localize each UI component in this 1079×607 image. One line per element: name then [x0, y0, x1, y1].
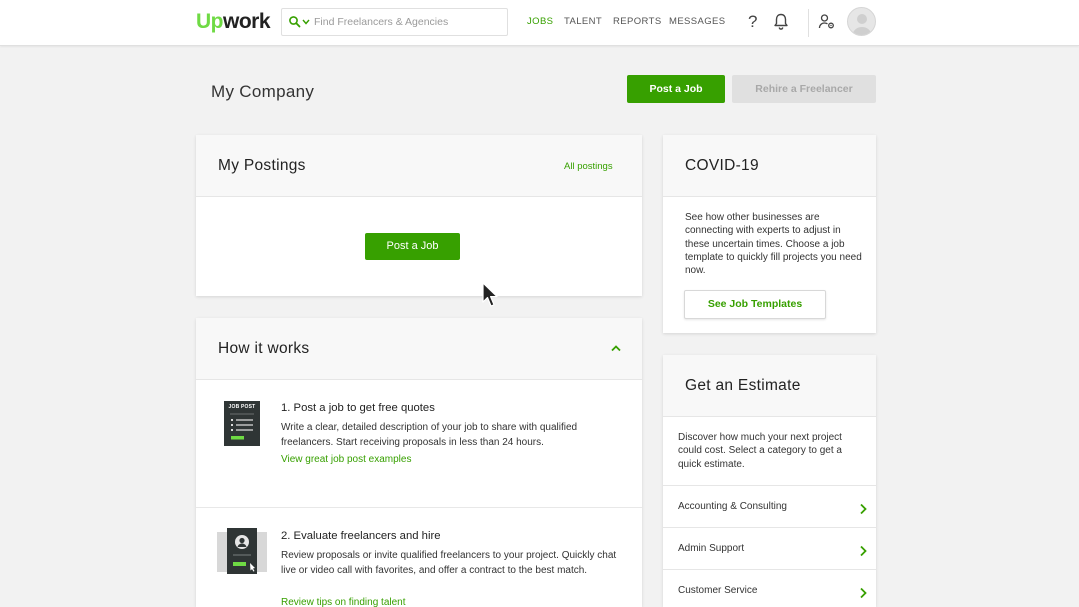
top-navigation-bar: Upwork JOBS TALENT REPORTS MESSAGES ? [0, 0, 1079, 46]
category-row-accounting[interactable]: Accounting & Consulting [663, 485, 876, 527]
how-it-works-title: How it works [218, 340, 310, 357]
estimate-header: Get an Estimate [663, 355, 876, 417]
help-icon[interactable]: ? [748, 12, 757, 32]
search-input[interactable] [314, 13, 499, 31]
step-1-link[interactable]: View great job post examples [281, 454, 411, 465]
step-2-title: 2. Evaluate freelancers and hire [281, 530, 441, 542]
estimate-title: Get an Estimate [685, 377, 801, 394]
job-post-icon-label: JOB POST [228, 404, 256, 410]
user-avatar-icon [852, 14, 872, 35]
nav-messages[interactable]: MESSAGES [669, 16, 726, 27]
step-1-title: 1. Post a job to get free quotes [281, 402, 435, 414]
category-label: Customer Service [678, 585, 758, 596]
mouse-cursor-icon [482, 282, 498, 307]
how-it-works-header[interactable]: How it works [196, 318, 642, 380]
estimate-card: Get an Estimate Discover how much your n… [663, 355, 876, 607]
chevron-down-icon[interactable] [302, 18, 310, 26]
step-2-description: Review proposals or invite qualified fre… [281, 550, 617, 576]
my-postings-header: My Postings All postings [196, 135, 642, 197]
chevron-right-icon [860, 545, 867, 557]
search-box[interactable] [281, 8, 508, 36]
upwork-logo[interactable]: Upwork [196, 9, 271, 35]
step-2-link[interactable]: Review tips on finding talent [281, 597, 406, 607]
page-title: My Company [211, 82, 315, 101]
post-job-button-secondary[interactable]: Post a Job [365, 233, 460, 260]
chevron-right-icon [860, 587, 867, 599]
step-divider [196, 507, 642, 508]
post-job-button[interactable]: Post a Job [627, 75, 725, 103]
nav-reports[interactable]: REPORTS [613, 16, 662, 27]
step-1-description: Write a clear, detailed description of y… [281, 422, 578, 448]
people-settings-icon[interactable] [818, 13, 836, 30]
logo-up-text: Up [196, 10, 224, 33]
avatar[interactable] [847, 7, 876, 36]
bell-icon[interactable] [773, 12, 789, 31]
search-icon[interactable] [288, 15, 302, 29]
all-postings-link[interactable]: All postings [564, 161, 613, 172]
my-postings-title: My Postings [218, 157, 306, 174]
chevron-right-icon [860, 503, 867, 515]
covid-header: COVID-19 [663, 135, 876, 197]
category-row-customer-service[interactable]: Customer Service [663, 569, 876, 607]
category-label: Admin Support [678, 543, 745, 554]
covid-title: COVID-19 [685, 157, 759, 174]
category-row-admin-support[interactable]: Admin Support [663, 527, 876, 569]
logo-work-text: work [223, 10, 271, 33]
covid-description: See how other businesses are connecting … [685, 212, 862, 277]
nav-talent[interactable]: TALENT [564, 16, 602, 27]
freelancer-profile-icon [217, 528, 267, 574]
my-postings-card: My Postings All postings Post a Job [196, 135, 642, 296]
how-it-works-card: How it works JOB POST 1. Post a job to g… [196, 318, 642, 607]
estimate-description: Discover how much your next project coul… [678, 432, 842, 470]
see-job-templates-button[interactable]: See Job Templates [684, 290, 826, 319]
chevron-up-icon[interactable] [610, 344, 622, 352]
category-label: Accounting & Consulting [678, 501, 787, 512]
header-divider [808, 9, 809, 37]
rehire-freelancer-button: Rehire a Freelancer [732, 75, 876, 103]
covid-card: COVID-19 See how other businesses are co… [663, 135, 876, 333]
nav-jobs[interactable]: JOBS [527, 16, 553, 27]
